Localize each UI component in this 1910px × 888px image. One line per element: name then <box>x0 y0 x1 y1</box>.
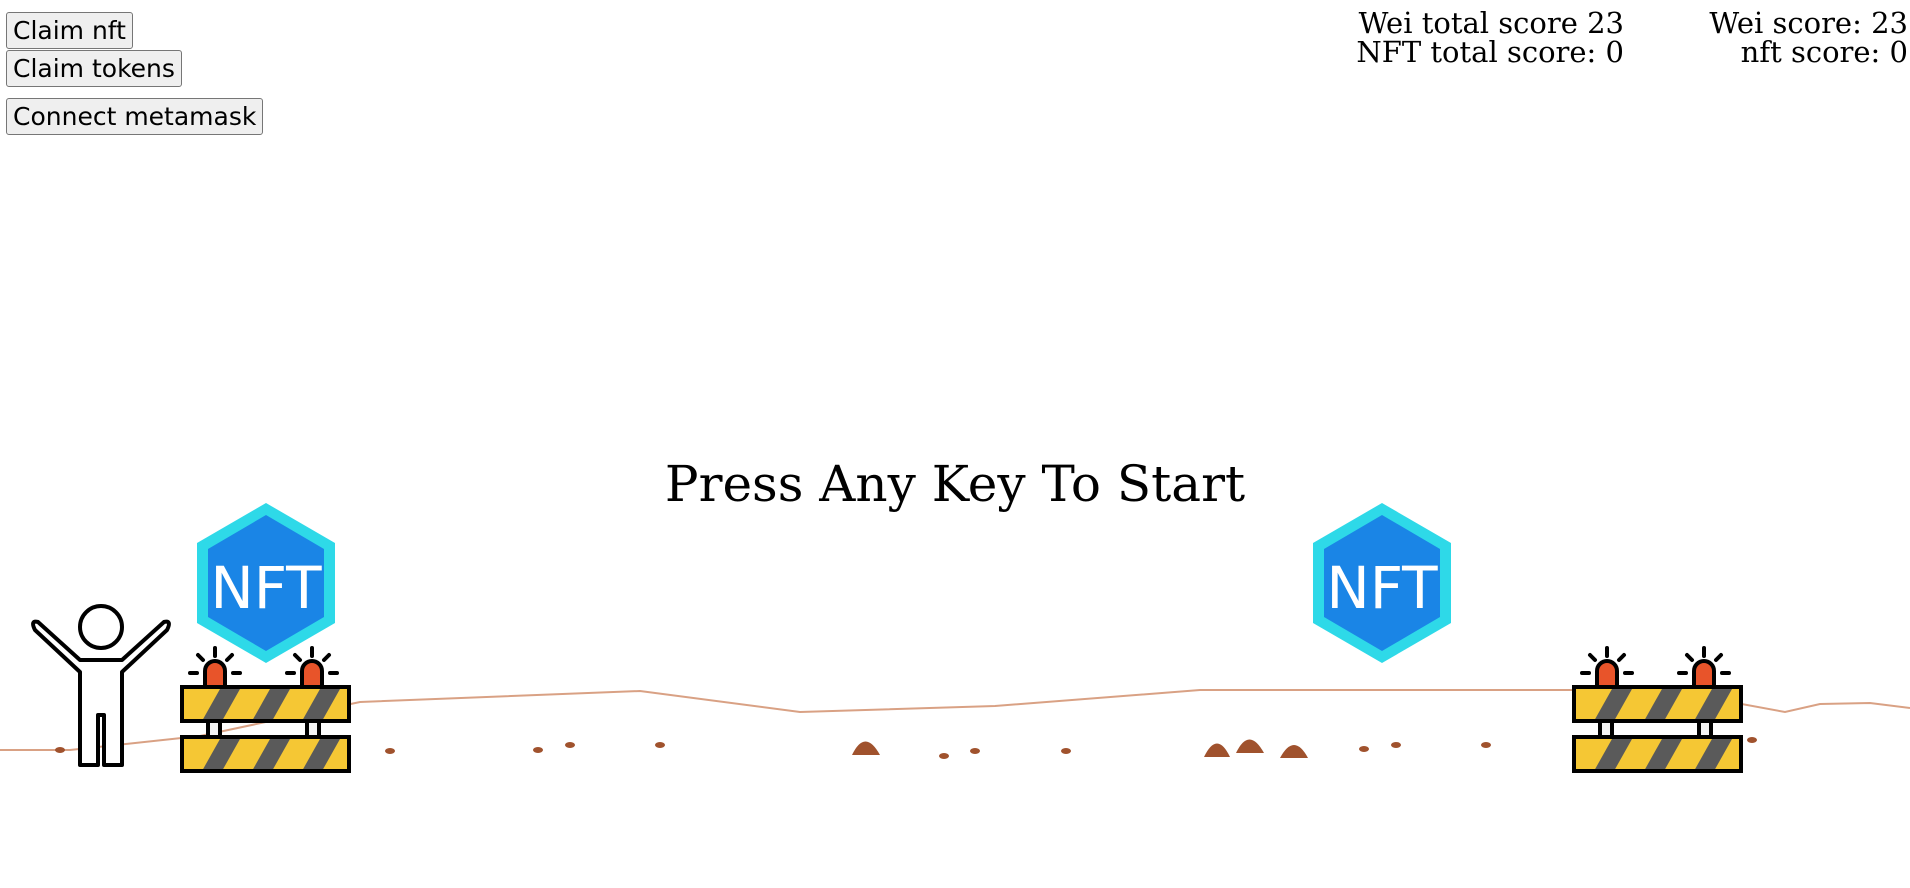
road-barrier-icon <box>1572 646 1743 773</box>
road-barrier-icon <box>180 646 351 773</box>
claim-tokens-button[interactable]: Claim tokens <box>6 50 182 87</box>
nft-total-score: NFT total score: 0 <box>1356 35 1624 69</box>
wei-score: Wei score: 23 <box>1709 6 1908 40</box>
wei-total-score: Wei total score 23 <box>1358 6 1624 40</box>
connect-metamask-button[interactable]: Connect metamask <box>6 98 264 135</box>
total-scores-panel: Wei total score 23 NFT total score: 0 <box>1356 9 1624 67</box>
nft-score: nft score: 0 <box>1740 35 1908 69</box>
claim-nft-button[interactable]: Claim nft <box>6 12 133 49</box>
nft-badge-label: NFT <box>210 554 322 622</box>
nft-badge-icon: NFT <box>197 503 335 663</box>
nft-badge-icon: NFT <box>1313 503 1451 663</box>
current-scores-panel: Wei score: 23 nft score: 0 <box>1709 9 1908 67</box>
nft-badge-label: NFT <box>1326 554 1438 622</box>
game-canvas[interactable]: NFT NFT <box>0 480 1910 780</box>
